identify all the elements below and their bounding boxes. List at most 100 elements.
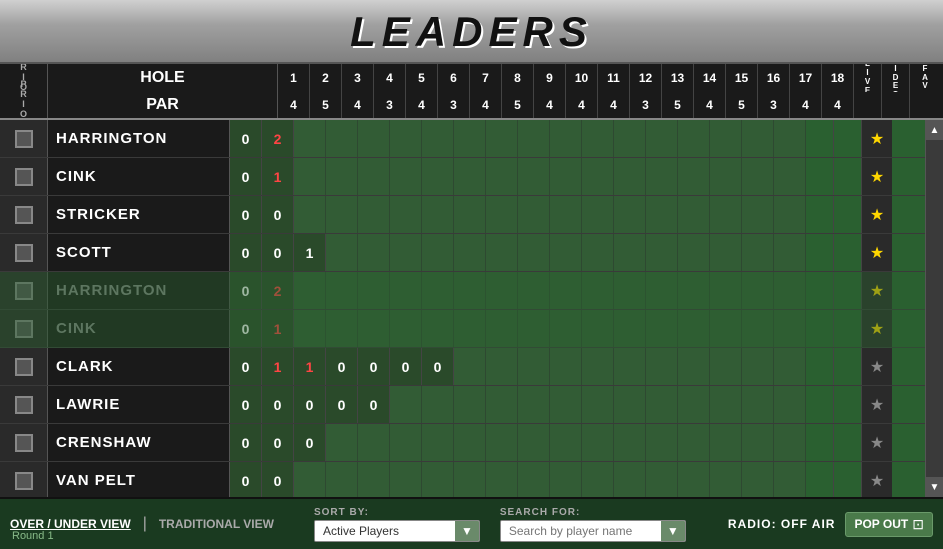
par-9-header: 4 bbox=[534, 92, 566, 118]
checkbox-9[interactable] bbox=[15, 472, 33, 490]
player-checkbox-6[interactable] bbox=[0, 348, 48, 385]
search-input[interactable] bbox=[501, 521, 661, 541]
par-16-header: 3 bbox=[758, 92, 790, 118]
fav-cell-4[interactable]: ★ bbox=[862, 272, 892, 309]
fav-cell-1[interactable]: ★ bbox=[862, 158, 892, 195]
fav-cell-2[interactable]: ★ bbox=[862, 196, 892, 233]
par-8-header: 5 bbox=[502, 92, 534, 118]
hole-5-header: 5 bbox=[406, 64, 438, 92]
score-cell-0-5 bbox=[390, 120, 422, 157]
score-cell-1-16 bbox=[742, 158, 774, 195]
player-name-0: HARRINGTON bbox=[48, 120, 230, 157]
pop-out-button[interactable]: POP OUT ⊡ bbox=[845, 512, 933, 537]
score-cell-6-7 bbox=[454, 348, 486, 385]
sort-dropdown[interactable]: Active Players ▼ bbox=[314, 520, 480, 542]
fav-cell-0[interactable]: ★ bbox=[862, 120, 892, 157]
score-cell-8-14 bbox=[678, 424, 710, 461]
player-checkbox-2[interactable] bbox=[0, 196, 48, 233]
score-cell-7-14 bbox=[678, 386, 710, 423]
score-cell-1-6 bbox=[422, 158, 454, 195]
player-name-7: LAWRIE bbox=[48, 386, 230, 423]
player-name-3: SCOTT bbox=[48, 234, 230, 271]
score-cell-2-8 bbox=[486, 196, 518, 233]
fav-cell-5[interactable]: ★ bbox=[862, 310, 892, 347]
score-cell-6-1: 1 bbox=[262, 348, 294, 385]
search-dropdown-arrow[interactable]: ▼ bbox=[661, 521, 685, 541]
score-cell-9-7 bbox=[454, 462, 486, 497]
fav-cell-3[interactable]: ★ bbox=[862, 234, 892, 271]
score-cell-5-2 bbox=[294, 310, 326, 347]
score-cell-3-16 bbox=[742, 234, 774, 271]
score-cell-8-4 bbox=[358, 424, 390, 461]
scroll-down-button[interactable]: ▼ bbox=[926, 477, 943, 497]
hole-1-header: 1 bbox=[278, 64, 310, 92]
score-cell-7-1: 0 bbox=[262, 386, 294, 423]
checkbox-3[interactable] bbox=[15, 244, 33, 262]
hole-4-header: 4 bbox=[374, 64, 406, 92]
fav-header-2 bbox=[910, 92, 940, 118]
player-checkbox-1[interactable] bbox=[0, 158, 48, 195]
video-cell-2 bbox=[834, 196, 862, 233]
player-checkbox-9[interactable] bbox=[0, 462, 48, 497]
checkbox-4[interactable] bbox=[15, 282, 33, 300]
score-cell-3-6 bbox=[422, 234, 454, 271]
score-cell-8-11 bbox=[582, 424, 614, 461]
fav-cell-7[interactable]: ★ bbox=[862, 386, 892, 423]
score-cell-9-12 bbox=[614, 462, 646, 497]
player-name-6: CLARK bbox=[48, 348, 230, 385]
score-cell-2-2 bbox=[294, 196, 326, 233]
checkbox-7[interactable] bbox=[15, 396, 33, 414]
scroll-up-button[interactable]: ▲ bbox=[926, 120, 943, 140]
checkbox-2[interactable] bbox=[15, 206, 33, 224]
checkbox-5[interactable] bbox=[15, 320, 33, 338]
score-cell-6-17 bbox=[774, 348, 806, 385]
player-checkbox-8[interactable] bbox=[0, 424, 48, 461]
score-cell-8-3 bbox=[326, 424, 358, 461]
live-header-2 bbox=[854, 92, 882, 118]
sort-section: SORT BY: Active Players ▼ bbox=[314, 507, 480, 542]
player-checkbox-5[interactable] bbox=[0, 310, 48, 347]
divider: | bbox=[143, 515, 147, 533]
video-header: VIDEO bbox=[882, 64, 910, 92]
sort-dropdown-arrow[interactable]: ▼ bbox=[455, 521, 479, 541]
live-cell-1 bbox=[806, 158, 834, 195]
score-cell-0-15 bbox=[710, 120, 742, 157]
checkbox-6[interactable] bbox=[15, 358, 33, 376]
par-3-header: 4 bbox=[342, 92, 374, 118]
header-row-hole: PRIOR HOLE 1 2 3 4 5 6 7 8 9 10 11 12 13… bbox=[0, 64, 943, 92]
view-toggle: OVER / UNDER VIEW | TRADITIONAL VIEW Rou… bbox=[10, 515, 274, 533]
checkbox-1[interactable] bbox=[15, 168, 33, 186]
fav-cell-8[interactable]: ★ bbox=[862, 424, 892, 461]
score-cell-9-10 bbox=[550, 462, 582, 497]
fav-cell-9[interactable]: ★ bbox=[862, 462, 892, 497]
traditional-view-link[interactable]: TRADITIONAL VIEW bbox=[159, 517, 274, 531]
main-container: LEADERS PRIOR HOLE 1 2 3 4 5 6 7 8 9 10 … bbox=[0, 0, 943, 549]
search-input-container[interactable]: ▼ bbox=[500, 520, 686, 542]
checkbox-8[interactable] bbox=[15, 434, 33, 452]
score-cell-9-6 bbox=[422, 462, 454, 497]
live-header: LIVE bbox=[854, 64, 882, 92]
score-cell-9-0: 0 bbox=[230, 462, 262, 497]
score-cell-1-10 bbox=[550, 158, 582, 195]
score-cell-7-13 bbox=[646, 386, 678, 423]
player-checkbox-0[interactable] bbox=[0, 120, 48, 157]
player-checkbox-3[interactable] bbox=[0, 234, 48, 271]
score-cell-9-5 bbox=[390, 462, 422, 497]
live-cell-6 bbox=[806, 348, 834, 385]
score-cell-4-13 bbox=[646, 272, 678, 309]
score-cell-9-2 bbox=[294, 462, 326, 497]
par-7-header: 4 bbox=[470, 92, 502, 118]
scrollbar[interactable]: ▲ ▼ bbox=[925, 120, 943, 497]
checkbox-0[interactable] bbox=[15, 130, 33, 148]
player-name-2: STRICKER bbox=[48, 196, 230, 233]
video-cell-0 bbox=[834, 120, 862, 157]
hole-11-header: 11 bbox=[598, 64, 630, 92]
player-row-1: CINK01★ bbox=[0, 158, 925, 196]
fav-cell-6[interactable]: ★ bbox=[862, 348, 892, 385]
search-section: SEARCH FOR: ▼ bbox=[500, 507, 686, 542]
player-checkbox-7[interactable] bbox=[0, 386, 48, 423]
score-cell-8-10 bbox=[550, 424, 582, 461]
player-checkbox-4[interactable] bbox=[0, 272, 48, 309]
score-cell-7-12 bbox=[614, 386, 646, 423]
score-cell-0-4 bbox=[358, 120, 390, 157]
